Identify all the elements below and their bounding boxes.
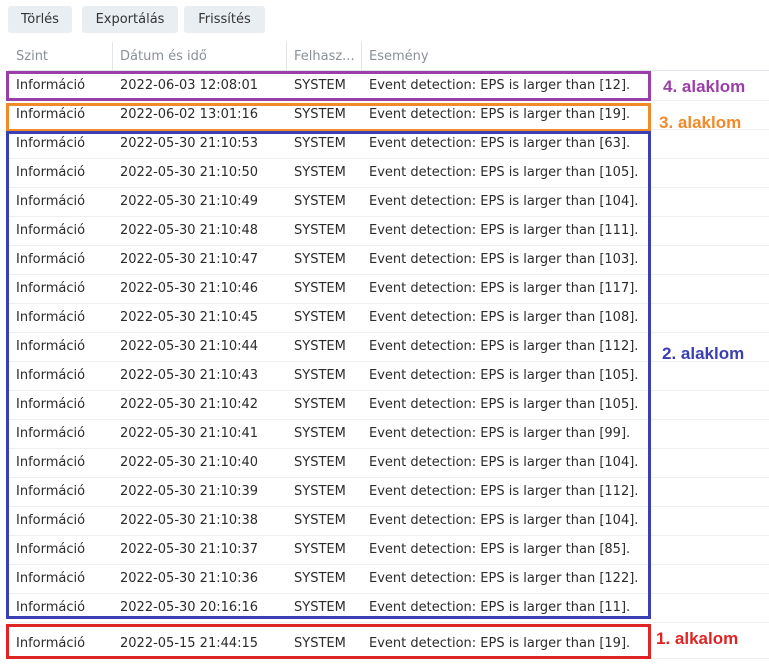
annotation-occurrence-4: 4. alaklom [663,77,746,96]
annotation-occurrence-2: 2. alaklom [662,344,745,363]
column-header-datetime[interactable]: Dátum és idő [112,42,286,70]
highlight-box-occurrence-4 [6,71,651,101]
highlight-box-occurrence-3 [6,103,651,132]
table-header: Szint Dátum és idő Felhasz... Esemény [8,42,769,71]
annotation-occurrence-1: 1. alkalom [656,629,739,648]
column-header-user[interactable]: Felhasz... [286,42,361,70]
export-button[interactable]: Exportálás [82,6,178,33]
column-header-level[interactable]: Szint [8,42,112,70]
highlight-box-occurrence-2 [6,131,651,619]
column-header-event[interactable]: Esemény [361,42,761,70]
refresh-button[interactable]: Frissítés [184,6,265,33]
delete-button[interactable]: Törlés [8,6,72,33]
highlight-box-occurrence-1 [6,624,651,659]
annotation-occurrence-3: 3. alaklom [659,113,742,132]
